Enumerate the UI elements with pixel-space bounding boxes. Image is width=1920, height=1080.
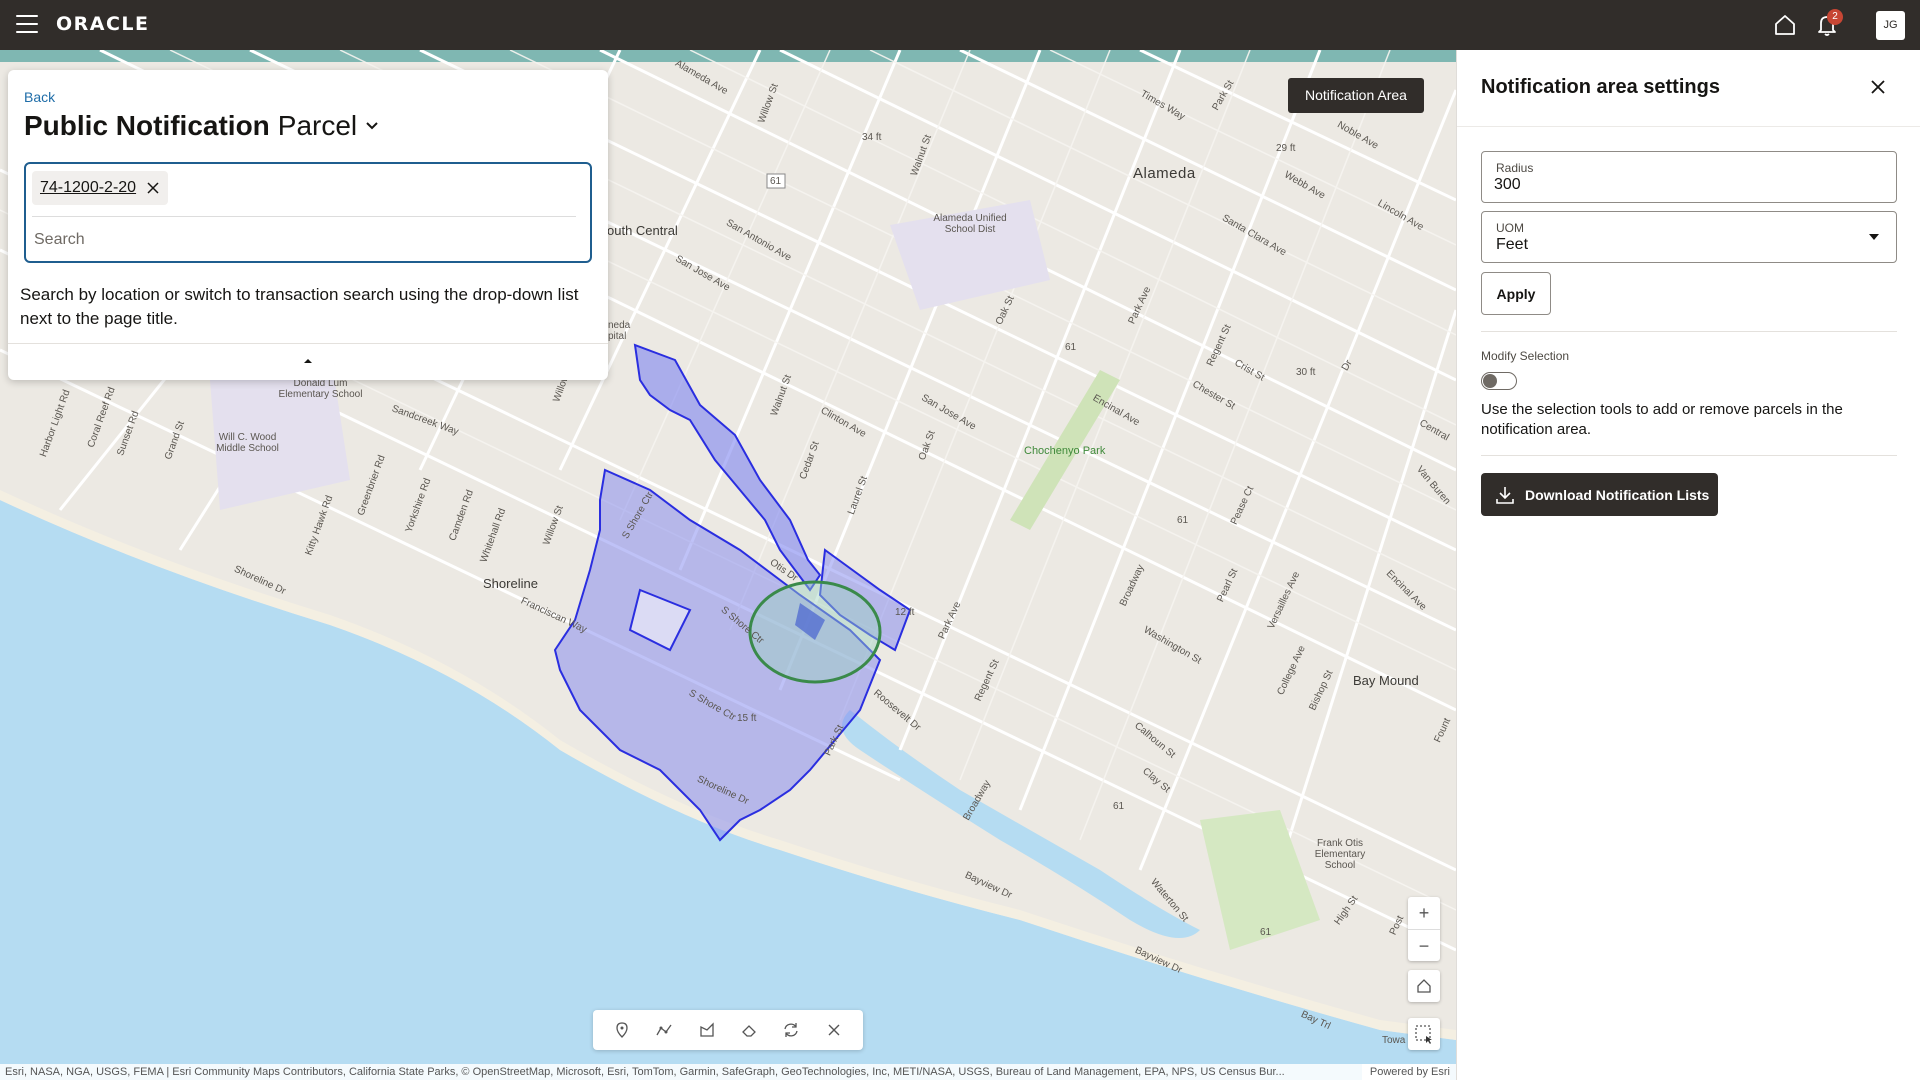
map-label-south-central: outh Central: [607, 223, 678, 238]
clear-tool-button[interactable]: [821, 1017, 847, 1043]
radius-field[interactable]: Radius: [1481, 151, 1897, 203]
map-label-elev-29: 29 ft: [1276, 143, 1296, 154]
map-label-elev-34: 34 ft: [862, 132, 882, 143]
top-bar: ORACLE 2 JG: [0, 0, 1920, 50]
chevron-down-icon: [366, 122, 378, 130]
avatar[interactable]: JG: [1876, 11, 1905, 40]
clear-icon: [828, 1024, 840, 1036]
radius-input[interactable]: [1494, 174, 1874, 196]
download-label: Download Notification Lists: [1525, 486, 1710, 503]
search-panel: Back Public Notification Parcel 74-1200-…: [8, 70, 608, 380]
zoom-control: + −: [1408, 897, 1440, 961]
map-label-alameda-usd: Alameda Unified School Dist: [933, 213, 1007, 235]
attribution-text: Esri, NASA, NGA, USGS, FEMA | Esri Commu…: [5, 1066, 1285, 1078]
oracle-logo: ORACLE: [56, 13, 150, 35]
caret-down-icon: [1869, 234, 1879, 240]
modify-selection-help: Use the selection tools to add or remove…: [1481, 401, 1843, 438]
back-link[interactable]: Back: [24, 89, 55, 105]
section-divider: [1481, 455, 1897, 456]
toggle-knob: [1483, 374, 1497, 388]
header-divider: [1457, 126, 1920, 127]
modify-selection-label: Modify Selection: [1481, 349, 1570, 363]
uom-value: Feet: [1496, 236, 1529, 253]
map-label-will-wood: Will C. Wood Middle School: [216, 432, 279, 454]
search-input[interactable]: [34, 224, 574, 256]
route-marker-61-d: 61: [1113, 801, 1125, 812]
apply-button[interactable]: Apply: [1481, 272, 1551, 315]
modify-selection-toggle[interactable]: [1481, 372, 1517, 390]
home-icon: [1417, 979, 1431, 993]
zoom-out-button[interactable]: −: [1408, 929, 1440, 961]
page-subtitle: Parcel: [277, 110, 358, 141]
notification-settings-panel: Notification area settings Radius UOM Fe…: [1456, 50, 1920, 1080]
route-marker-61-b: 61: [1065, 342, 1077, 353]
chip-label[interactable]: 74-1200-2-20: [40, 179, 136, 197]
refresh-tool-button[interactable]: [778, 1017, 804, 1043]
sketch-toolbar: [593, 1010, 863, 1050]
powered-by-esri[interactable]: Powered by Esri: [1361, 1064, 1450, 1080]
selected-parcel-chip[interactable]: 74-1200-2-20: [32, 171, 169, 205]
eraser-icon: [742, 1025, 757, 1037]
refresh-icon: [784, 1023, 799, 1037]
section-divider: [1481, 331, 1897, 332]
map-home-button[interactable]: [1408, 970, 1440, 1002]
eraser-tool-button[interactable]: [736, 1017, 762, 1043]
download-icon: [1496, 486, 1514, 504]
route-marker-61: 61: [770, 176, 782, 187]
map-attribution: Esri, NASA, NGA, USGS, FEMA | Esri Commu…: [0, 1064, 1456, 1080]
map-label-elev-30: 30 ft: [1296, 367, 1316, 378]
map-label-alameda: Alameda: [1133, 165, 1196, 182]
polygon-icon: [700, 1022, 714, 1037]
map-label-elev-15: 15 ft: [737, 713, 757, 724]
settings-title: Notification area settings: [1481, 76, 1720, 98]
search-divider: [32, 216, 576, 217]
uom-select[interactable]: UOM Feet: [1481, 211, 1897, 263]
map-label-elev-12: 12 ft: [895, 607, 915, 618]
map-label-chochenyo: Chochenyo Park: [1024, 445, 1106, 457]
map-label-bay-mound: Bay Mound: [1353, 673, 1419, 688]
select-box-icon: [1415, 1025, 1432, 1044]
collapse-up-icon[interactable]: [300, 353, 316, 369]
map-label-neda-hospital: neda pital: [608, 320, 631, 342]
notification-badge: 2: [1827, 9, 1843, 25]
point-icon: [616, 1022, 628, 1038]
map-label-donald-lum: Donald Lum Elementary School: [278, 378, 363, 400]
radius-label: Radius: [1496, 161, 1534, 175]
page-title: Public Notification: [24, 110, 270, 141]
search-help-text: Search by location or switch to transact…: [20, 285, 579, 328]
map-label-towa: Towa: [1382, 1035, 1406, 1046]
home-icon[interactable]: [1773, 13, 1797, 37]
zoom-in-button[interactable]: +: [1408, 897, 1440, 929]
polyline-tool-button[interactable]: [651, 1017, 677, 1043]
map-label-frank-otis: Frank Otis Elementary School: [1314, 838, 1366, 871]
page-title-dropdown[interactable]: Public Notification Parcel: [24, 110, 379, 142]
polygon-tool-button[interactable]: [694, 1017, 720, 1043]
close-icon[interactable]: [146, 181, 160, 195]
route-marker-61-e: 61: [1260, 927, 1272, 938]
polyline-icon: [656, 1024, 673, 1036]
uom-label: UOM: [1496, 221, 1524, 235]
notification-area-button[interactable]: Notification Area: [1288, 78, 1424, 113]
download-notification-lists-button[interactable]: Download Notification Lists: [1481, 473, 1718, 516]
close-icon[interactable]: [1869, 78, 1887, 96]
route-marker-61-c: 61: [1177, 515, 1189, 526]
menu-icon[interactable]: [16, 15, 38, 33]
panel-divider: [8, 343, 608, 344]
search-box: 74-1200-2-20: [24, 162, 592, 263]
point-tool-button[interactable]: [609, 1017, 635, 1043]
select-tool-button[interactable]: [1408, 1018, 1440, 1050]
map-label-shoreline: Shoreline: [483, 576, 538, 591]
